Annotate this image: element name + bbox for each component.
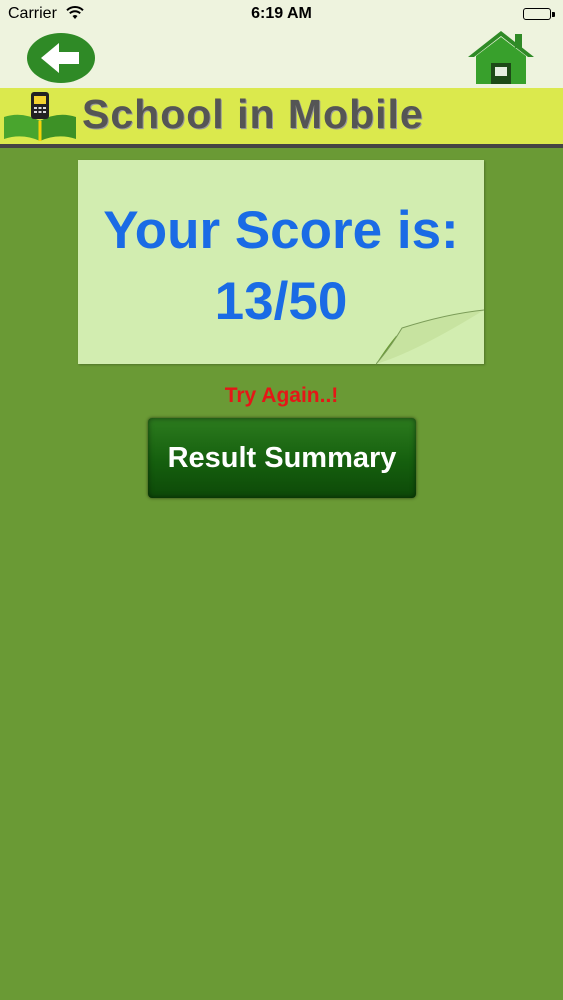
app-banner: School in Mobile [0, 88, 563, 148]
score-label: Your Score is: [103, 201, 459, 260]
house-icon [468, 31, 534, 84]
result-summary-button[interactable]: Result Summary [148, 418, 416, 498]
home-button[interactable] [466, 28, 536, 86]
back-button[interactable] [27, 33, 95, 83]
book-phone-logo-icon [4, 92, 76, 141]
feedback-message: Try Again..! [224, 384, 339, 407]
arrow-left-icon [41, 43, 79, 73]
battery-icon [523, 8, 555, 20]
page-curl-decoration [376, 309, 485, 365]
app-title: School in Mobile [82, 91, 424, 137]
status-bar: Carrier 6:19 AM [0, 0, 563, 30]
clock: 6:19 AM [251, 5, 312, 22]
